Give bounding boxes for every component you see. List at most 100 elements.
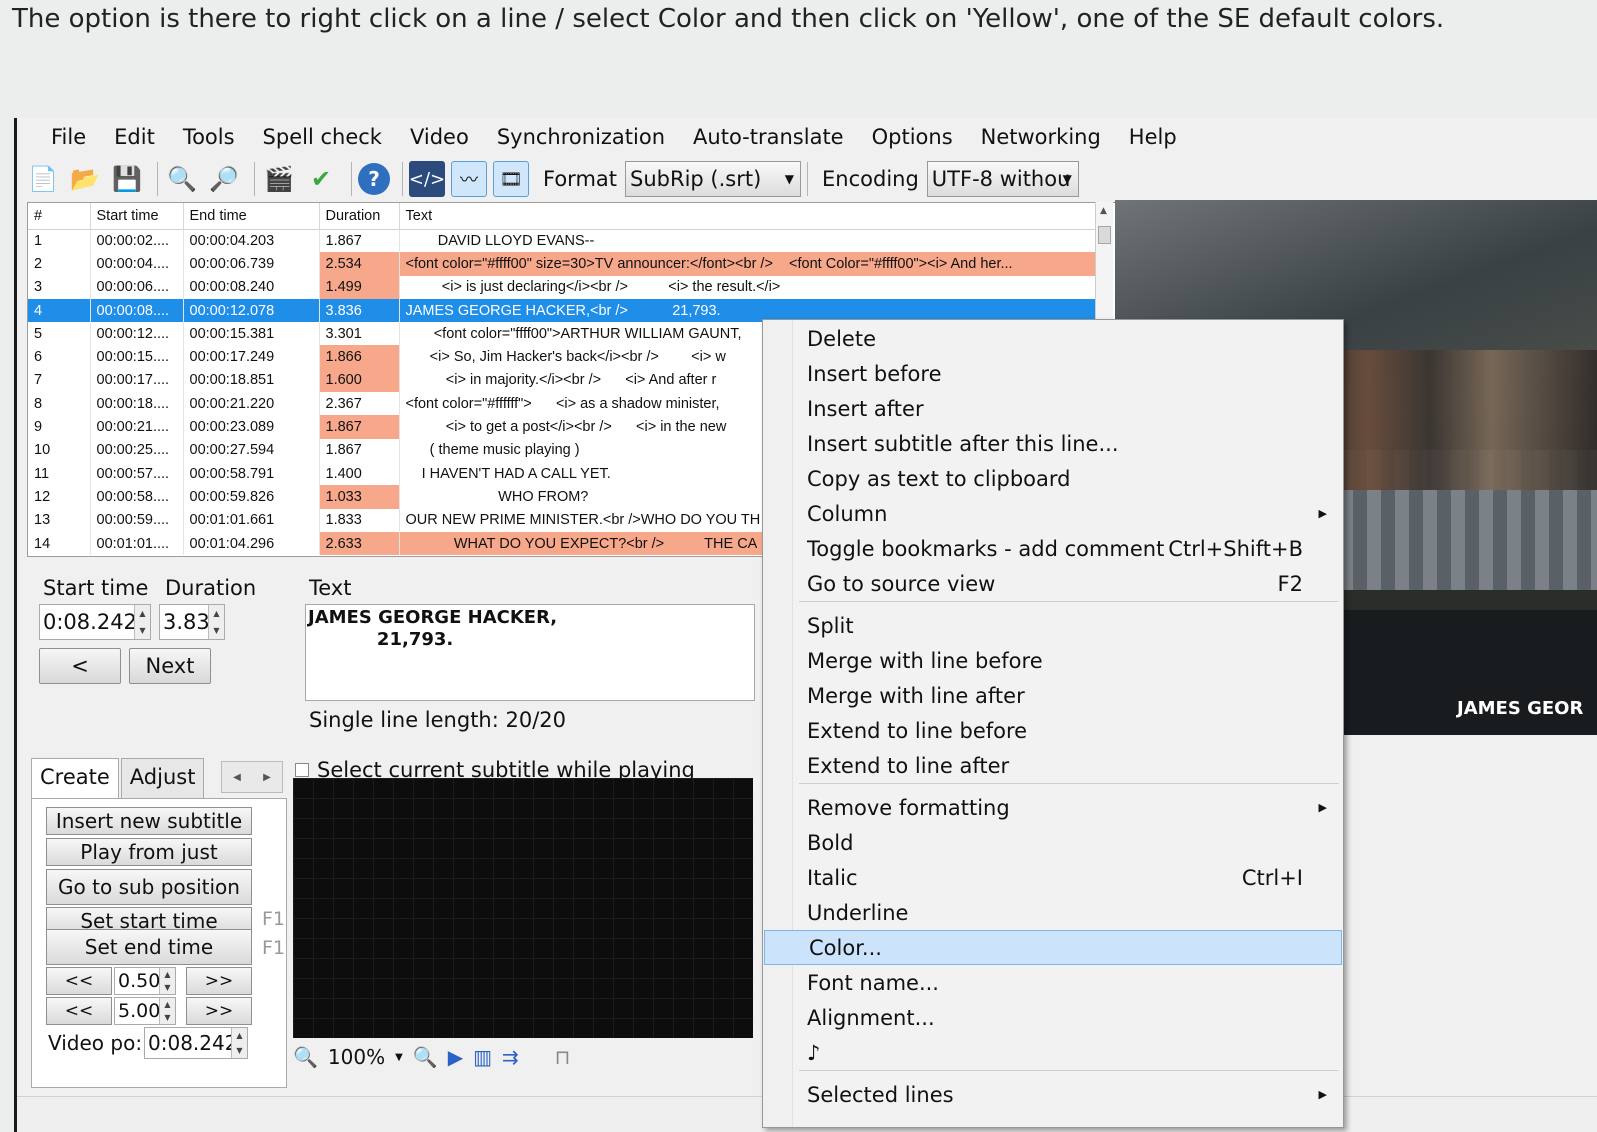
- context-menu-item[interactable]: Font name...: [763, 965, 1343, 1000]
- menu-auto-translate[interactable]: Auto-translate: [679, 125, 858, 149]
- menu-item-label: Insert subtitle after this line...: [807, 431, 1119, 456]
- new-file-icon[interactable]: 📄: [25, 161, 61, 197]
- tab-create[interactable]: Create: [31, 758, 119, 798]
- waveform-toggle-icon[interactable]: 〰: [451, 161, 487, 197]
- format-select[interactable]: SubRip (.srt) ▼: [625, 161, 802, 197]
- source-view-icon[interactable]: </>: [409, 161, 445, 197]
- context-menu-item[interactable]: Insert subtitle after this line...: [763, 426, 1343, 461]
- visual-sync-icon[interactable]: 🎬: [261, 161, 297, 197]
- submenu-arrow-icon: ▶: [1318, 507, 1327, 520]
- spinner-arrows-icon[interactable]: ▲ ▼: [208, 605, 224, 639]
- menu-item-label: Merge with line after: [807, 683, 1025, 708]
- context-menu-item[interactable]: Column ▶: [763, 496, 1343, 531]
- zoom-out-icon[interactable]: 🔍: [293, 1045, 318, 1069]
- spinner-arrows-icon[interactable]: ▲ ▼: [159, 968, 175, 994]
- tab-scroll[interactable]: ◀ ▶: [221, 761, 283, 793]
- context-menu-item[interactable]: Delete: [763, 321, 1343, 356]
- subtitle-text-input[interactable]: JAMES GEORGE HACKER, 21,793.: [305, 604, 755, 701]
- context-menu-item[interactable]: Split: [763, 608, 1343, 643]
- table-row[interactable]: 1 00:00:02.... 00:00:04.203 1.867 DAVID LLO…: [28, 229, 1100, 253]
- replace-icon[interactable]: 🔎: [206, 161, 242, 197]
- spinner-arrows-icon[interactable]: ▲ ▼: [231, 1028, 247, 1058]
- seek-forward-large-button[interactable]: >>: [186, 997, 252, 1025]
- context-menu-item[interactable]: ♪: [763, 1035, 1343, 1070]
- seek-back-small-button[interactable]: <<: [46, 967, 112, 995]
- menu-item-label: Toggle bookmarks - add comment: [807, 536, 1165, 561]
- context-menu-item[interactable]: Insert after: [763, 391, 1343, 426]
- duration-input[interactable]: 3.83 ▲ ▼: [159, 604, 225, 640]
- chevron-right-icon[interactable]: ▶: [263, 772, 271, 783]
- chevron-left-icon[interactable]: ◀: [233, 772, 241, 783]
- video-position-input[interactable]: 0:08.242 ▲ ▼: [144, 1027, 248, 1059]
- set-end-time-button[interactable]: Set end time: [46, 929, 252, 965]
- select-current-checkbox[interactable]: [295, 763, 309, 777]
- context-menu-item[interactable]: Italic Ctrl+I: [763, 860, 1343, 895]
- find-icon[interactable]: 🔍: [164, 161, 200, 197]
- table-cell-n: 7: [28, 368, 91, 393]
- context-menu-item[interactable]: Color...: [764, 930, 1342, 965]
- column-header[interactable]: Text: [399, 203, 1100, 230]
- open-folder-icon[interactable]: 📂: [67, 161, 103, 197]
- encoding-select[interactable]: UTF-8 withou ▼: [926, 161, 1079, 197]
- column-header[interactable]: End time: [183, 203, 320, 230]
- tab-adjust[interactable]: Adjust: [120, 758, 205, 798]
- chevron-down-icon[interactable]: ▼: [395, 1052, 403, 1063]
- waveform-panel[interactable]: [293, 778, 753, 1038]
- columns-icon[interactable]: ▥: [473, 1045, 492, 1069]
- context-menu-item[interactable]: Merge with line before: [763, 643, 1343, 678]
- seek-back-large-button[interactable]: <<: [46, 997, 112, 1025]
- prev-button[interactable]: <: [39, 648, 121, 684]
- menu-synchronization[interactable]: Synchronization: [483, 125, 679, 149]
- context-menu-item[interactable]: Remove formatting ▶: [763, 790, 1343, 825]
- video-toggle-icon[interactable]: 🎞: [493, 161, 529, 197]
- context-menu-item[interactable]: Toggle bookmarks - add comment Ctrl+Shift…: [763, 531, 1343, 566]
- column-header[interactable]: Duration: [319, 203, 400, 230]
- insert-new-subtitle-button[interactable]: Insert new subtitle: [46, 807, 252, 835]
- table-row[interactable]: 3 00:00:06.... 00:00:08.240 1.499 <i> is ju…: [28, 275, 1100, 299]
- help-icon[interactable]: ?: [358, 163, 390, 195]
- menu-networking[interactable]: Networking: [967, 125, 1115, 149]
- menu-file[interactable]: File: [37, 125, 100, 149]
- menu-help[interactable]: Help: [1115, 125, 1191, 149]
- zoom-level[interactable]: 100%: [328, 1045, 385, 1069]
- context-menu-item[interactable]: Go to source view F2: [763, 566, 1343, 601]
- context-menu-item[interactable]: Merge with line after: [763, 678, 1343, 713]
- save-icon[interactable]: 💾: [109, 161, 145, 197]
- context-menu-item[interactable]: Extend to line after: [763, 748, 1343, 783]
- context-menu-item[interactable]: Copy as text to clipboard: [763, 461, 1343, 496]
- play-from-just-button[interactable]: Play from just: [46, 838, 252, 866]
- next-button[interactable]: Next: [129, 648, 211, 684]
- spinner-arrows-icon[interactable]: ▲ ▼: [159, 998, 175, 1024]
- column-header[interactable]: #: [28, 203, 91, 230]
- seek-forward-small-button[interactable]: >>: [186, 967, 252, 995]
- menu-item-label: Copy as text to clipboard: [807, 466, 1071, 491]
- table-cell-dur: 1.600: [319, 368, 400, 393]
- seek-large-input[interactable]: 5.00( ▲ ▼: [114, 997, 176, 1025]
- column-header[interactable]: Start time: [90, 203, 184, 230]
- go-to-sub-position-button[interactable]: Go to sub position: [46, 869, 252, 905]
- menu-edit[interactable]: Edit: [100, 125, 169, 149]
- spell-check-icon[interactable]: ✔: [303, 161, 339, 197]
- seek-small-input[interactable]: 0.50( ▲ ▼: [114, 967, 176, 995]
- scroll-thumb[interactable]: [1098, 226, 1111, 244]
- table-row[interactable]: 2 00:00:04.... 00:00:06.739 2.534 <font colo…: [28, 252, 1100, 276]
- context-menu-item[interactable]: Bold: [763, 825, 1343, 860]
- context-menu-item[interactable]: Insert before: [763, 356, 1343, 391]
- menu-options[interactable]: Options: [858, 125, 967, 149]
- menu-spell-check[interactable]: Spell check: [249, 125, 396, 149]
- menu-video[interactable]: Video: [396, 125, 483, 149]
- table-cell-start: 00:00:57....: [90, 461, 184, 486]
- context-menu: Delete Insert before Insert after Insert su…: [762, 319, 1344, 1128]
- context-menu-item[interactable]: Underline: [763, 895, 1343, 930]
- scroll-up-icon[interactable]: ▲: [1100, 206, 1107, 216]
- start-time-input[interactable]: 0:08.242 ▲ ▼: [39, 604, 151, 640]
- menu-tools[interactable]: Tools: [169, 125, 249, 149]
- fast-forward-icon[interactable]: ⇉: [502, 1045, 519, 1069]
- context-menu-item[interactable]: Alignment...: [763, 1000, 1343, 1035]
- zoom-in-icon[interactable]: 🔍: [413, 1045, 438, 1069]
- context-menu-item[interactable]: Selected lines ▶: [763, 1077, 1343, 1112]
- play-icon[interactable]: ▶: [448, 1045, 463, 1069]
- spinner-arrows-icon[interactable]: ▲ ▼: [134, 605, 150, 639]
- slider-handle[interactable]: ⊓: [555, 1045, 571, 1069]
- context-menu-item[interactable]: Extend to line before: [763, 713, 1343, 748]
